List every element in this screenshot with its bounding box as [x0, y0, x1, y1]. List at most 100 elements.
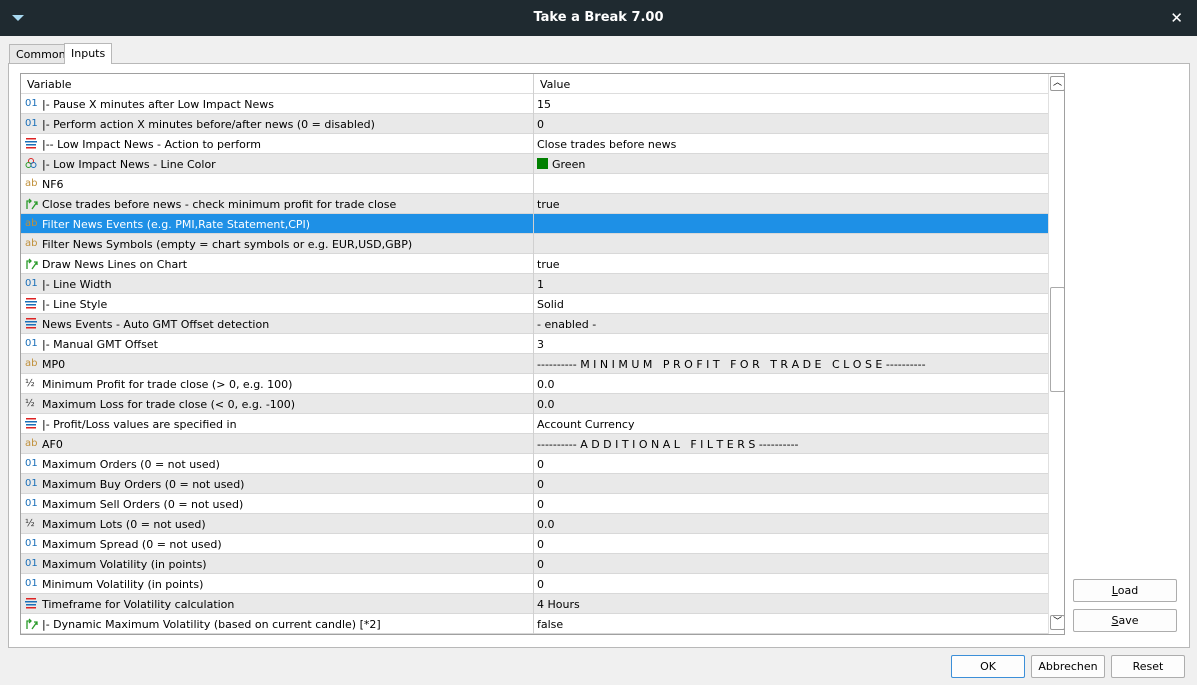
- variable-value[interactable]: Green: [537, 158, 585, 171]
- variable-name: Maximum Volatility (in points): [42, 558, 207, 571]
- variable-value[interactable]: 0: [537, 558, 544, 571]
- table-row[interactable]: 01 Maximum Orders (0 = not used) 0: [21, 454, 1048, 474]
- variable-value[interactable]: 3: [537, 338, 544, 351]
- variable-value[interactable]: Close trades before news: [537, 138, 676, 151]
- tab-common[interactable]: Common: [9, 44, 73, 64]
- variable-value[interactable]: - enabled -: [537, 318, 596, 331]
- table-header: Variable Value: [21, 74, 1048, 94]
- value-text: Account Currency: [537, 418, 635, 431]
- column-header-value[interactable]: Value: [540, 78, 570, 91]
- variable-name: NF6: [42, 178, 64, 191]
- table-row[interactable]: |- Dynamic Maximum Volatility (based on …: [21, 614, 1048, 634]
- table-row[interactable]: 01 |- Pause X minutes after Low Impact N…: [21, 94, 1048, 114]
- scroll-up-button[interactable]: ︿: [1050, 76, 1064, 91]
- table-row[interactable]: Draw News Lines on Chart true: [21, 254, 1048, 274]
- variable-value[interactable]: true: [537, 258, 560, 271]
- scroll-down-button[interactable]: ﹀: [1050, 615, 1064, 630]
- string-icon: ab: [25, 178, 38, 189]
- table-row[interactable]: Close trades before news - check minimum…: [21, 194, 1048, 214]
- scroll-thumb[interactable]: [1050, 287, 1064, 392]
- table-row[interactable]: News Events - Auto GMT Offset detection …: [21, 314, 1048, 334]
- variable-name: |- Manual GMT Offset: [42, 338, 158, 351]
- table-row[interactable]: 01 Maximum Spread (0 = not used) 0: [21, 534, 1048, 554]
- variable-value[interactable]: 0.0: [537, 398, 555, 411]
- variable-value[interactable]: true: [537, 198, 560, 211]
- table-row[interactable]: 01 |- Manual GMT Offset 3: [21, 334, 1048, 354]
- variable-name: Minimum Profit for trade close (> 0, e.g…: [42, 378, 293, 391]
- table-row[interactable]: |- Line Style Solid: [21, 294, 1048, 314]
- table-row[interactable]: |- Low Impact News - Line Color Green: [21, 154, 1048, 174]
- reset-button[interactable]: Reset: [1111, 655, 1185, 678]
- variable-value[interactable]: 0: [537, 498, 544, 511]
- table-row[interactable]: ab MP0 ---------- M I N I M U M P R O F …: [21, 354, 1048, 374]
- integer-icon: 01: [25, 278, 38, 289]
- column-header-variable[interactable]: Variable: [27, 78, 72, 91]
- value-text: ---------- M I N I M U M P R O F I T F O…: [537, 358, 926, 371]
- table-row[interactable]: ab Filter News Events (e.g. PMI,Rate Sta…: [21, 214, 1048, 234]
- variable-value[interactable]: Account Currency: [537, 418, 634, 431]
- value-text: ---------- A D D I T I O N A L F I L T E…: [537, 438, 799, 451]
- variable-name: Maximum Loss for trade close (< 0, e.g. …: [42, 398, 296, 411]
- variable-name: |-- Low Impact News - Action to perform: [42, 138, 261, 151]
- variable-name: Close trades before news - check minimum…: [42, 198, 397, 211]
- table-row[interactable]: |-- Low Impact News - Action to perform …: [21, 134, 1048, 154]
- table-row[interactable]: 01 Minimum Volatility (in points) 0: [21, 574, 1048, 594]
- ok-button[interactable]: OK: [951, 655, 1025, 678]
- table-row[interactable]: ½ Minimum Profit for trade close (> 0, e…: [21, 374, 1048, 394]
- variable-value[interactable]: 0: [537, 118, 544, 131]
- string-icon: ab: [25, 358, 38, 369]
- value-text: 0: [537, 498, 544, 511]
- integer-icon: 01: [25, 338, 38, 349]
- variable-value[interactable]: 1: [537, 278, 544, 291]
- variable-value[interactable]: Solid: [537, 298, 564, 311]
- value-text: false: [537, 618, 564, 631]
- integer-icon: 01: [25, 458, 38, 469]
- save-button[interactable]: Save: [1073, 609, 1177, 632]
- variable-value[interactable]: 0: [537, 478, 544, 491]
- table-row[interactable]: ½ Maximum Lots (0 = not used) 0.0: [21, 514, 1048, 534]
- table-row[interactable]: ab AF0 ---------- A D D I T I O N A L F …: [21, 434, 1048, 454]
- window-title: Take a Break 7.00: [533, 10, 664, 25]
- variable-value[interactable]: 0.0: [537, 378, 555, 391]
- table-row[interactable]: 01 Maximum Buy Orders (0 = not used) 0: [21, 474, 1048, 494]
- table-row[interactable]: 01 Maximum Sell Orders (0 = not used) 0: [21, 494, 1048, 514]
- variable-value[interactable]: 0.0: [537, 518, 555, 531]
- value-text: 0: [537, 578, 544, 591]
- variable-value[interactable]: 4 Hours: [537, 598, 580, 611]
- variable-name: Maximum Buy Orders (0 = not used): [42, 478, 245, 491]
- table-row[interactable]: |- Profit/Loss values are specified in A…: [21, 414, 1048, 434]
- table-row[interactable]: 01 |- Line Width 1: [21, 274, 1048, 294]
- variable-value[interactable]: 0: [537, 458, 544, 471]
- variable-name: Maximum Orders (0 = not used): [42, 458, 220, 471]
- table-row[interactable]: ab NF6: [21, 174, 1048, 194]
- value-text: 0: [537, 558, 544, 571]
- table-row[interactable]: Timeframe for Volatility calculation 4 H…: [21, 594, 1048, 614]
- vertical-scrollbar[interactable]: ︿ ﹀: [1048, 74, 1064, 634]
- variable-name: News Events - Auto GMT Offset detection: [42, 318, 270, 331]
- variable-value[interactable]: ---------- M I N I M U M P R O F I T F O…: [537, 358, 926, 371]
- close-icon[interactable]: ✕: [1170, 9, 1183, 27]
- integer-icon: 01: [25, 538, 38, 549]
- variable-value[interactable]: 0: [537, 578, 544, 591]
- value-text: - enabled -: [537, 318, 597, 331]
- string-icon: ab: [25, 218, 38, 229]
- variable-value[interactable]: false: [537, 618, 563, 631]
- table-row[interactable]: ½ Maximum Loss for trade close (< 0, e.g…: [21, 394, 1048, 414]
- value-text: 0: [537, 478, 544, 491]
- value-text: 4 Hours: [537, 598, 580, 611]
- variable-name: |- Pause X minutes after Low Impact News: [42, 98, 275, 111]
- integer-icon: 01: [25, 98, 38, 109]
- integer-icon: 01: [25, 498, 38, 509]
- variable-value[interactable]: 15: [537, 98, 551, 111]
- table-row[interactable]: 01 Maximum Volatility (in points) 0: [21, 554, 1048, 574]
- load-button[interactable]: Load: [1073, 579, 1177, 602]
- table-row[interactable]: ab Filter News Symbols (empty = chart sy…: [21, 234, 1048, 254]
- variable-value[interactable]: 0: [537, 538, 544, 551]
- tab-inputs[interactable]: Inputs: [64, 43, 113, 64]
- cancel-button[interactable]: Abbrechen: [1031, 655, 1105, 678]
- enum-list-icon: [25, 417, 39, 431]
- variable-value[interactable]: ---------- A D D I T I O N A L F I L T E…: [537, 438, 799, 451]
- table-row[interactable]: 01 |- Perform action X minutes before/af…: [21, 114, 1048, 134]
- integer-icon: 01: [25, 558, 38, 569]
- color-swatch: [537, 158, 548, 169]
